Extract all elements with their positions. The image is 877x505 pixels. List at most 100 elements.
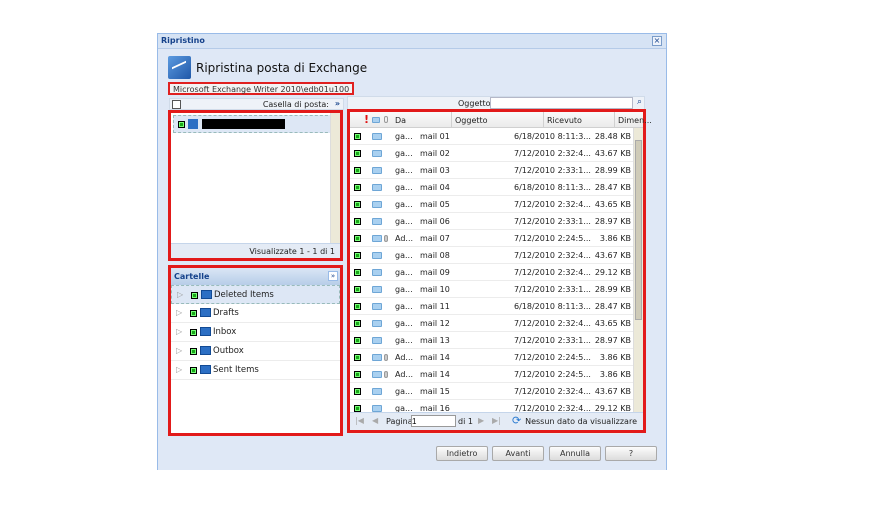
message-from: ga... xyxy=(395,217,413,226)
checkbox-icon[interactable] xyxy=(354,184,361,191)
search-bar: Oggetto: ⌕ xyxy=(347,96,645,110)
checkbox-icon[interactable] xyxy=(354,354,361,361)
folder-name: Outbox xyxy=(213,346,244,356)
column-from[interactable]: Da xyxy=(392,112,452,128)
message-from: ga... xyxy=(395,302,413,311)
folder-item[interactable]: ▷ Outbox xyxy=(171,342,340,361)
message-size: 43.65 KB xyxy=(594,319,631,328)
expand-arrow-icon[interactable]: ▷ xyxy=(176,327,182,336)
checkbox-icon[interactable] xyxy=(354,371,361,378)
scrollbar-thumb[interactable] xyxy=(635,140,642,320)
checkbox-icon[interactable] xyxy=(178,121,185,128)
prev-page-icon[interactable]: ◀ xyxy=(372,416,378,425)
message-subject: mail 07 xyxy=(420,234,450,243)
message-row[interactable]: ga... mail 09 7/12/2010 2:32:4... 29.12 … xyxy=(350,264,633,281)
message-row[interactable]: ga... mail 03 7/12/2010 2:33:1... 28.99 … xyxy=(350,162,633,179)
next-page-icon[interactable]: ▶ xyxy=(478,416,484,425)
mailbox-header: Casella di posta: » xyxy=(169,98,344,110)
folder-item[interactable]: ▷ Drafts xyxy=(171,304,340,323)
attachment-column-icon[interactable] xyxy=(384,116,388,123)
checkbox-icon[interactable] xyxy=(354,388,361,395)
grid-scrollbar[interactable] xyxy=(633,128,643,412)
checkbox-icon[interactable] xyxy=(354,337,361,344)
message-subject: mail 15 xyxy=(420,387,450,396)
expand-icon[interactable]: » xyxy=(335,99,340,108)
message-row[interactable]: ga... mail 11 6/18/2010 8:11:3... 28.47 … xyxy=(350,298,633,315)
checkbox-icon[interactable] xyxy=(190,367,197,374)
page-input[interactable] xyxy=(411,415,456,427)
envelope-icon xyxy=(372,303,382,310)
close-button[interactable]: × xyxy=(652,36,662,46)
refresh-icon[interactable]: ⟳ xyxy=(512,414,521,427)
checkbox-icon[interactable] xyxy=(190,348,197,355)
expand-arrow-icon[interactable]: ▷ xyxy=(176,365,182,374)
message-row[interactable]: ga... mail 04 6/18/2010 8:11:3... 28.47 … xyxy=(350,179,633,196)
scrollbar[interactable] xyxy=(330,113,340,243)
checkbox-icon[interactable] xyxy=(354,405,361,412)
checkbox-icon[interactable] xyxy=(190,310,197,317)
message-size: 28.97 KB xyxy=(594,217,631,226)
last-page-icon[interactable]: ▶| xyxy=(492,416,501,425)
message-received: 7/12/2010 2:24:5... xyxy=(514,370,591,379)
folder-item[interactable]: ▷ Sent Items xyxy=(171,361,340,380)
checkbox-icon[interactable] xyxy=(354,252,361,259)
folder-name: Drafts xyxy=(213,308,239,318)
message-row[interactable]: ga... mail 10 7/12/2010 2:33:1... 28.99 … xyxy=(350,281,633,298)
message-row[interactable]: ga... mail 13 7/12/2010 2:33:1... 28.97 … xyxy=(350,332,633,349)
checkbox-icon[interactable] xyxy=(354,167,361,174)
message-received: 7/12/2010 2:33:1... xyxy=(514,336,591,345)
checkbox-icon[interactable] xyxy=(354,201,361,208)
expand-arrow-icon[interactable]: ▷ xyxy=(177,290,183,299)
folders-title: Cartelle xyxy=(174,272,210,281)
message-received: 6/18/2010 8:11:3... xyxy=(514,132,591,141)
message-row[interactable]: Ad... mail 14 7/12/2010 2:24:5... 3.86 K… xyxy=(350,349,633,366)
message-row[interactable]: ga... mail 08 7/12/2010 2:32:4... 43.67 … xyxy=(350,247,633,264)
checkbox-icon[interactable] xyxy=(354,286,361,293)
column-size[interactable]: Dimen... xyxy=(615,112,652,128)
message-row[interactable]: ga... mail 05 7/12/2010 2:32:4... 43.65 … xyxy=(350,196,633,213)
importance-column-icon[interactable]: ! xyxy=(364,113,369,126)
checkbox-icon[interactable] xyxy=(190,329,197,336)
expand-arrow-icon[interactable]: ▷ xyxy=(176,308,182,317)
checkbox-icon[interactable] xyxy=(354,269,361,276)
pager-status: Nessun dato da visualizzare xyxy=(525,417,637,426)
envelope-icon xyxy=(372,337,382,344)
first-page-icon[interactable]: |◀ xyxy=(355,416,364,425)
checkbox-icon[interactable] xyxy=(354,320,361,327)
envelope-icon xyxy=(372,150,382,157)
next-button[interactable]: Avanti xyxy=(492,446,544,461)
message-from: ga... xyxy=(395,336,413,345)
checkbox-icon[interactable] xyxy=(354,150,361,157)
search-label: Oggetto: xyxy=(458,99,494,108)
message-row[interactable]: Ad... mail 07 7/12/2010 2:24:5... 3.86 K… xyxy=(350,230,633,247)
message-row[interactable]: ga... mail 12 7/12/2010 2:32:4... 43.65 … xyxy=(350,315,633,332)
collapse-icon[interactable]: » xyxy=(328,271,338,281)
checkbox-icon[interactable] xyxy=(354,303,361,310)
column-subject[interactable]: Oggetto xyxy=(452,112,544,128)
subject-search-input[interactable] xyxy=(490,97,633,109)
type-column-icon[interactable] xyxy=(372,117,380,123)
message-row[interactable]: Ad... mail 14 7/12/2010 2:24:5... 3.86 K… xyxy=(350,366,633,383)
message-row[interactable]: ga... mail 15 7/12/2010 2:32:4... 43.67 … xyxy=(350,383,633,400)
checkbox-icon[interactable] xyxy=(191,292,198,299)
message-row[interactable]: ga... mail 01 6/18/2010 8:11:3... 28.48 … xyxy=(350,128,633,145)
folder-name: Inbox xyxy=(213,327,237,337)
folder-item[interactable]: ▷ Deleted Items xyxy=(171,285,340,304)
message-row[interactable]: ga... mail 02 7/12/2010 2:32:4... 43.67 … xyxy=(350,145,633,162)
message-received: 7/12/2010 2:24:5... xyxy=(514,353,591,362)
mailbox-item[interactable] xyxy=(173,115,333,133)
select-all-checkbox[interactable] xyxy=(172,100,181,109)
help-button[interactable]: ? xyxy=(605,446,657,461)
column-received[interactable]: Ricevuto xyxy=(544,112,615,128)
folder-item[interactable]: ▷ Inbox xyxy=(171,323,340,342)
cancel-button[interactable]: Annulla xyxy=(549,446,601,461)
search-icon[interactable]: ⌕ xyxy=(637,97,642,107)
checkbox-icon[interactable] xyxy=(354,133,361,140)
message-row[interactable]: ga... mail 06 7/12/2010 2:33:1... 28.97 … xyxy=(350,213,633,230)
checkbox-icon[interactable] xyxy=(354,218,361,225)
back-button[interactable]: Indietro xyxy=(436,446,488,461)
message-from: ga... xyxy=(395,183,413,192)
message-received: 6/18/2010 8:11:3... xyxy=(514,302,591,311)
checkbox-icon[interactable] xyxy=(354,235,361,242)
expand-arrow-icon[interactable]: ▷ xyxy=(176,346,182,355)
